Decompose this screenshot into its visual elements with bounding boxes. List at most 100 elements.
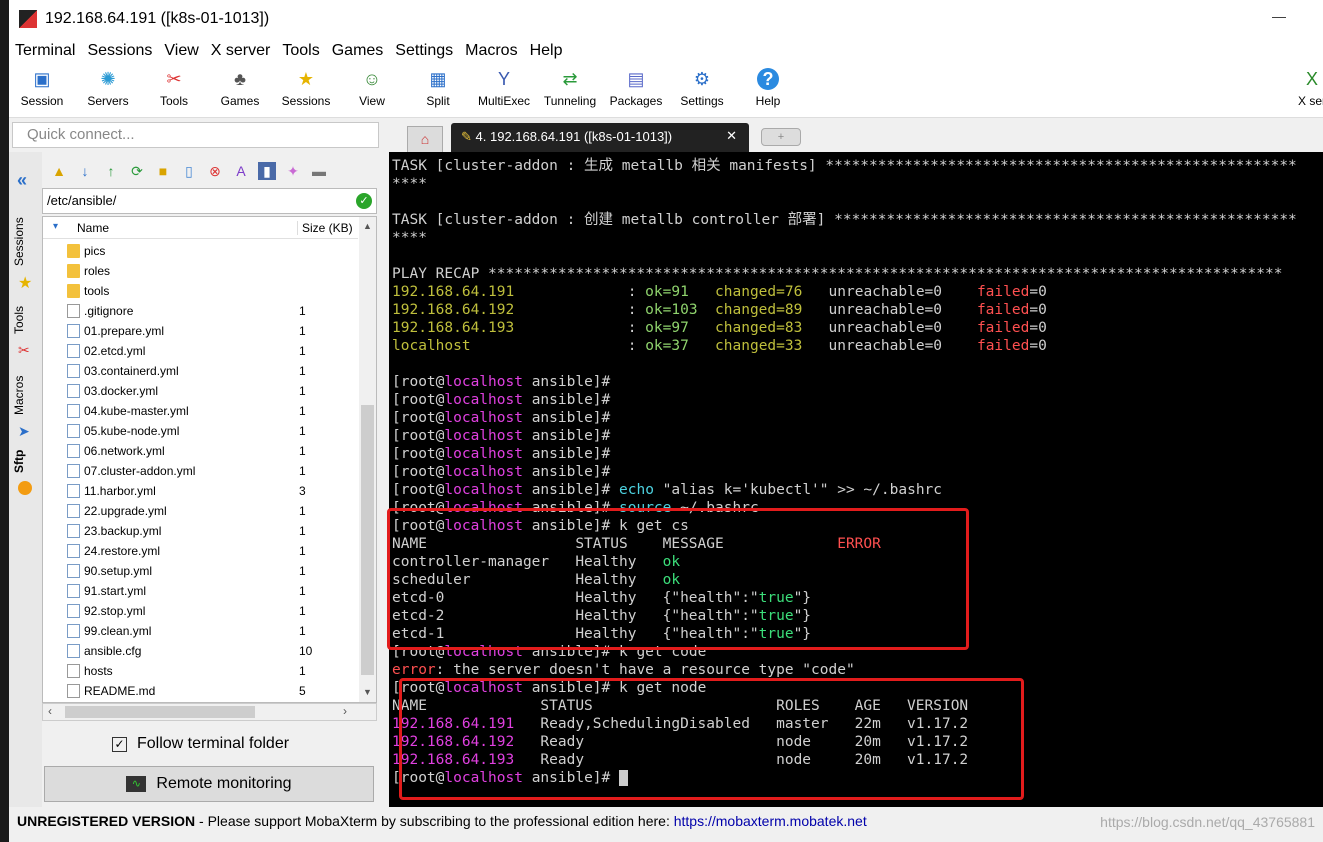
toolbar-label: Sessions: [281, 94, 331, 108]
file-row[interactable]: 04.kube-master.yml 1: [43, 401, 358, 421]
file-name: 02.etcd.yml: [84, 344, 146, 358]
upload-icon[interactable]: ↑: [102, 162, 120, 180]
follow-checkbox[interactable]: ✓: [112, 736, 127, 752]
vertical-scrollbar[interactable]: ▲ ▼: [359, 217, 376, 702]
column-size[interactable]: Size (KB): [297, 221, 353, 235]
side-tab-macros[interactable]: Macros: [12, 370, 40, 420]
scrollbar-thumb[interactable]: [361, 405, 374, 675]
side-tab-sessions[interactable]: Sessions: [12, 212, 40, 272]
mobatek-link[interactable]: https://mobaxterm.mobatek.net: [674, 813, 867, 829]
scroll-down-icon[interactable]: ▼: [363, 687, 372, 697]
file-name: 22.upgrade.yml: [84, 504, 167, 518]
delete-icon[interactable]: ⊗: [206, 162, 224, 180]
menu-settings[interactable]: Settings: [395, 42, 453, 60]
file-row[interactable]: README.md 5: [43, 681, 358, 701]
toolbar-games-button[interactable]: ♣ Games: [207, 64, 273, 118]
follow-terminal-folder[interactable]: ✓ Follow terminal folder: [112, 735, 289, 753]
terminal-line: [root@localhost ansible]#: [392, 428, 611, 444]
terminal-open-icon[interactable]: ▬: [310, 162, 328, 180]
terminal-line: TASK [cluster-addon : 创建 metallb control…: [392, 212, 1297, 228]
home-tab[interactable]: ⌂: [407, 126, 443, 152]
column-name[interactable]: Name: [77, 221, 109, 235]
session-icon: ▣: [33, 69, 51, 89]
file-row[interactable]: 91.start.yml 1: [43, 581, 358, 601]
file-row[interactable]: 90.setup.yml 1: [43, 561, 358, 581]
file-row[interactable]: hosts 1: [43, 661, 358, 681]
file-row[interactable]: 05.kube-node.yml 1: [43, 421, 358, 441]
folder-row[interactable]: roles: [43, 261, 358, 281]
new-folder-icon[interactable]: ■: [154, 162, 172, 180]
menu-macros[interactable]: Macros: [465, 42, 517, 60]
toolbar-packages-button[interactable]: ▤ Packages: [603, 64, 669, 118]
toolbar-sessions-button[interactable]: ★ Sessions: [273, 64, 339, 118]
toolbar-tunneling-button[interactable]: ⇄ Tunneling: [537, 64, 603, 118]
folder-row[interactable]: pics: [43, 241, 358, 261]
toolbar-session-button[interactable]: ▣ Session: [9, 64, 75, 118]
terminal-line: ****: [392, 176, 427, 192]
menu-sessions[interactable]: Sessions: [87, 42, 152, 60]
permissions-icon[interactable]: ▮: [258, 162, 276, 180]
hscroll-thumb[interactable]: [65, 706, 255, 718]
quick-connect-input[interactable]: Quick connect...: [12, 122, 379, 148]
minimize-button[interactable]: —: [1270, 8, 1288, 28]
file-row[interactable]: 01.prepare.yml 1: [43, 321, 358, 341]
toolbar-label: X ser: [1297, 94, 1323, 108]
scroll-up-icon[interactable]: ▲: [363, 221, 372, 231]
menu-tools[interactable]: Tools: [282, 42, 319, 60]
toolbar-x-ser-button[interactable]: X X ser: [1279, 64, 1323, 118]
file-row[interactable]: .gitignore 1: [43, 301, 358, 321]
remote-monitoring-button[interactable]: ∿ Remote monitoring: [44, 766, 374, 802]
magic-icon[interactable]: ✦: [284, 162, 302, 180]
file-row[interactable]: 24.restore.yml 1: [43, 541, 358, 561]
terminal-line: TASK [cluster-addon : 生成 metallb 相关 mani…: [392, 158, 1297, 174]
sort-arrow-icon[interactable]: ▾: [53, 221, 58, 232]
highlight-box-get-cs: [387, 508, 969, 650]
file-row[interactable]: 99.clean.yml 1: [43, 621, 358, 641]
refresh-icon[interactable]: ⟳: [128, 162, 146, 180]
file-row[interactable]: 06.network.yml 1: [43, 441, 358, 461]
path-ok-icon[interactable]: ✓: [356, 193, 372, 209]
side-tab-tools[interactable]: Tools: [12, 300, 40, 340]
horizontal-scrollbar[interactable]: ‹ ›: [42, 703, 377, 721]
sftp-path-input[interactable]: /etc/ansible/ ✓: [42, 188, 377, 214]
download-icon[interactable]: ↓: [76, 162, 94, 180]
terminal-line: [root@localhost ansible]#: [392, 410, 611, 426]
menu-help[interactable]: Help: [530, 42, 563, 60]
servers-icon: ✺: [100, 69, 116, 89]
side-tab-sftp[interactable]: Sftp: [12, 447, 40, 475]
menu-terminal[interactable]: Terminal: [15, 42, 75, 60]
scroll-right-icon[interactable]: ›: [343, 704, 347, 718]
menu-games[interactable]: Games: [332, 42, 384, 60]
file-row[interactable]: 07.cluster-addon.yml 1: [43, 461, 358, 481]
tab-session-active[interactable]: ✎ 4. 192.168.64.191 ([k8s-01-1013]) ✕: [451, 123, 749, 152]
file-row[interactable]: 11.harbor.yml 3: [43, 481, 358, 501]
terminal-line: error: the server doesn't have a resourc…: [392, 662, 855, 678]
file-row[interactable]: 03.containerd.yml 1: [43, 361, 358, 381]
toolbar-split-button[interactable]: ▦ Split: [405, 64, 471, 118]
file-row[interactable]: 02.etcd.yml 1: [43, 341, 358, 361]
tab-label: 4. 192.168.64.191 ([k8s-01-1013]): [475, 129, 673, 144]
toolbar-settings-button[interactable]: ⚙ Settings: [669, 64, 735, 118]
folder-row[interactable]: tools: [43, 281, 358, 301]
toolbar-tools-button[interactable]: ✂ Tools: [141, 64, 207, 118]
file-row[interactable]: ansible.cfg 10: [43, 641, 358, 661]
file-row[interactable]: 03.docker.yml 1: [43, 381, 358, 401]
new-file-icon[interactable]: ▯: [180, 162, 198, 180]
collapse-icon[interactable]: «: [17, 170, 27, 191]
menu-x-server[interactable]: X server: [211, 42, 271, 60]
toolbar-view-button[interactable]: ☺ View: [339, 64, 405, 118]
folder-up-icon[interactable]: ▲: [50, 162, 68, 180]
rename-icon[interactable]: A: [232, 162, 250, 180]
close-tab-icon[interactable]: ✕: [726, 128, 737, 144]
scroll-left-icon[interactable]: ‹: [48, 704, 52, 718]
new-tab-button[interactable]: +: [761, 128, 801, 146]
file-row[interactable]: 92.stop.yml 1: [43, 601, 358, 621]
toolbar-servers-button[interactable]: ✺ Servers: [75, 64, 141, 118]
file-row[interactable]: 23.backup.yml 1: [43, 521, 358, 541]
toolbar-multiexec-button[interactable]: Y MultiExec: [471, 64, 537, 118]
menu-view[interactable]: View: [164, 42, 198, 60]
file-row[interactable]: 22.upgrade.yml 1: [43, 501, 358, 521]
toolbar-label: Help: [755, 94, 781, 108]
toolbar-help-button[interactable]: ? Help: [735, 64, 801, 118]
